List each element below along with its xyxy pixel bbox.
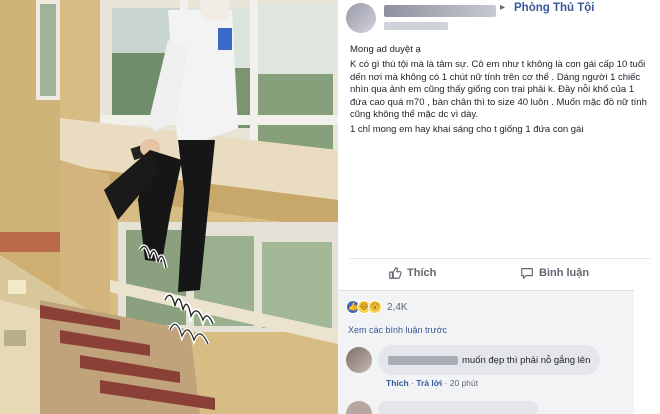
group-name-link[interactable]: Phòng Thủ Tội bbox=[514, 2, 594, 14]
comment-item: muốn đẹp thì phải nỗ gắng lên Thích · Tr… bbox=[346, 343, 626, 388]
commenter-avatar[interactable] bbox=[346, 347, 372, 373]
author-name-blurred[interactable] bbox=[384, 5, 496, 17]
wow-reaction-icon: 😮 bbox=[368, 300, 382, 314]
author-avatar[interactable] bbox=[346, 3, 376, 33]
page-edge bbox=[634, 290, 660, 414]
post-paragraph: 1 chỉ mong em hay khai sáng cho t giống … bbox=[350, 124, 584, 136]
action-divider bbox=[350, 258, 650, 259]
comment-text: muốn đẹp thì phải nỗ gắng lên bbox=[462, 354, 591, 366]
comment-reply-link[interactable]: Trả lời bbox=[416, 378, 442, 388]
comment-button-label: Bình luận bbox=[539, 267, 590, 279]
post-header: ▸ Phòng Thủ Tội bbox=[338, 0, 660, 40]
commenter-avatar[interactable] bbox=[346, 401, 372, 414]
post-paragraph: K có gì thú tội mà là tâm sự. Cô em như … bbox=[350, 59, 647, 121]
thumbs-up-icon bbox=[389, 267, 402, 279]
comment-meta: Thích · Trả lời · 20 phút bbox=[386, 378, 478, 388]
stairwell-image bbox=[0, 0, 338, 414]
comments-section: 👍 😆 😮 2,4K Xem các bình luận trước muốn … bbox=[338, 290, 634, 414]
comment-bubble-blurred bbox=[378, 401, 538, 414]
comment-button[interactable]: Bình luận bbox=[520, 262, 589, 284]
post-actions-bar: Thích Bình luận bbox=[338, 262, 660, 284]
post-photo[interactable] bbox=[0, 0, 338, 414]
view-previous-comments-link[interactable]: Xem các bình luận trước bbox=[348, 325, 447, 335]
comment-bubble: muốn đẹp thì phải nỗ gắng lên bbox=[378, 345, 601, 375]
reaction-summary[interactable]: 👍 😆 😮 2,4K bbox=[346, 299, 408, 315]
post-body: Mong ad duyệt ạ K có gì thú tội mà là tâ… bbox=[350, 44, 650, 140]
like-button-label: Thích bbox=[407, 267, 437, 279]
comment-like-link[interactable]: Thích bbox=[386, 378, 409, 388]
commenter-name-blurred[interactable] bbox=[388, 355, 458, 365]
post-meta-blurred bbox=[384, 22, 448, 30]
reaction-count: 2,4K bbox=[387, 301, 408, 313]
post-paragraph: Mong ad duyệt ạ bbox=[350, 44, 421, 55]
comment-time: 20 phút bbox=[449, 378, 479, 388]
comment-item bbox=[346, 399, 546, 414]
speech-bubble-icon bbox=[521, 268, 533, 279]
like-button[interactable]: Thích bbox=[388, 262, 436, 284]
group-arrow-icon: ▸ bbox=[500, 2, 506, 13]
